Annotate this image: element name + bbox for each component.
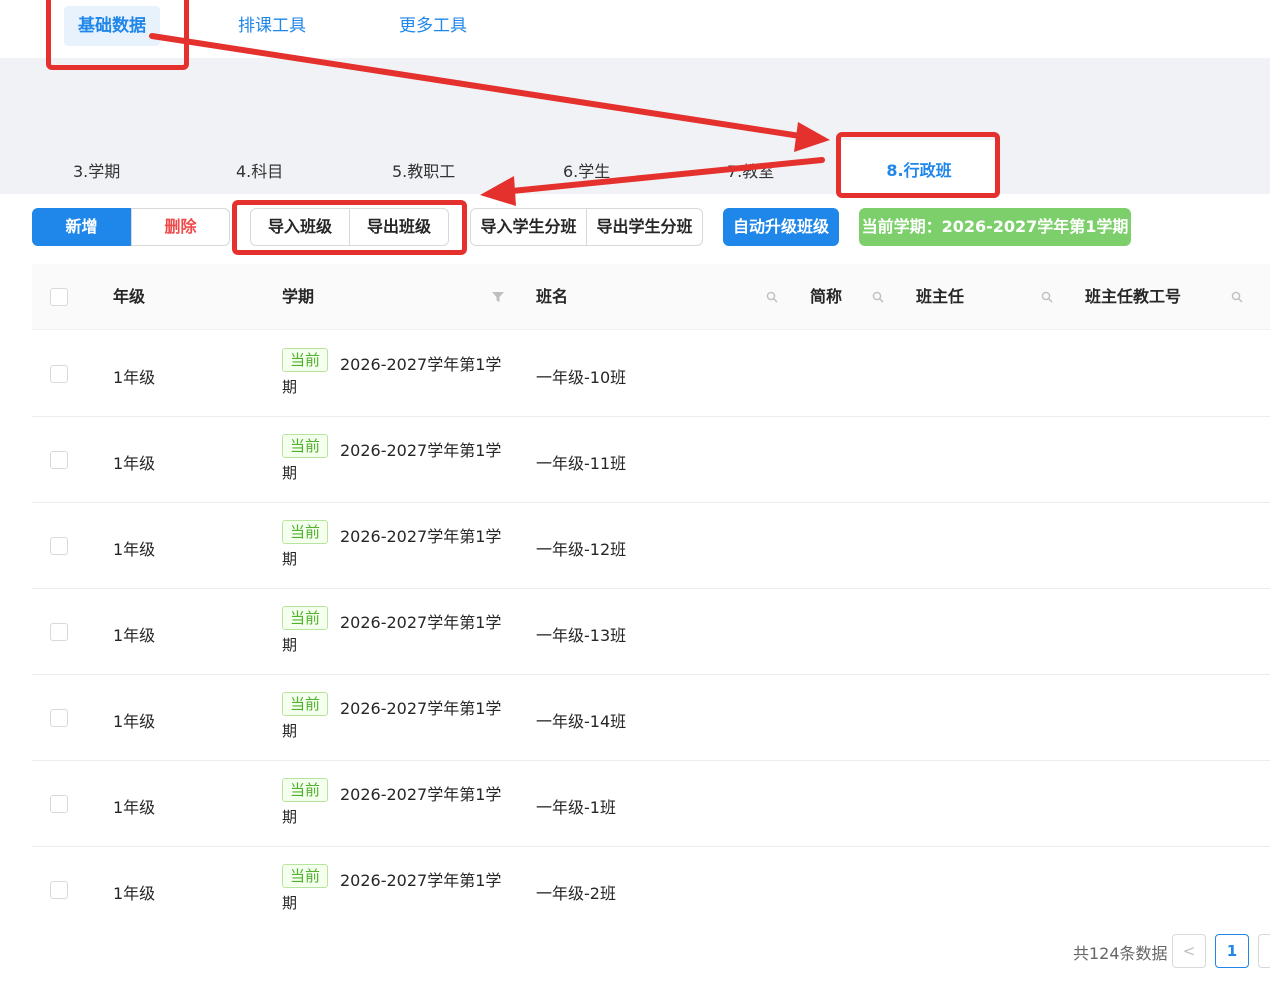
term-cell-wrap: 期 — [282, 894, 298, 912]
search-icon[interactable] — [766, 291, 778, 303]
row-checkbox[interactable] — [50, 881, 68, 899]
class-name-cell: 一年级-14班 — [536, 712, 627, 731]
term-cell-wrap: 期 — [282, 722, 298, 740]
class-table: 年级 学期 班名 简称 班主任 班主任教工号 1年级 当前 2026-2027学… — [32, 264, 1270, 916]
tab-classroom[interactable]: 7.教室 — [727, 158, 774, 182]
header-head-teacher: 班主任 — [916, 287, 965, 306]
term-cell: 2026-2027学年第1学 — [340, 441, 502, 460]
grade-cell: 1年级 — [113, 712, 156, 731]
export-student-class-button[interactable]: 导出学生分班 — [586, 208, 703, 246]
tab-staff[interactable]: 5.教职工 — [392, 158, 455, 182]
add-button[interactable]: 新增 — [32, 208, 131, 246]
current-tag: 当前 — [282, 778, 329, 802]
auto-upgrade-button[interactable]: 自动升级班级 — [723, 208, 839, 246]
table-row[interactable]: 1年级 当前 2026-2027学年第1学 期 一年级-13班 — [32, 589, 1270, 675]
search-icon[interactable] — [1041, 291, 1053, 303]
header-head-teacher-id: 班主任教工号 — [1085, 287, 1182, 306]
current-term-button[interactable]: 当前学期：2026-2027学年第1学期 — [859, 208, 1131, 246]
class-name-cell: 一年级-11班 — [536, 454, 627, 473]
current-tag: 当前 — [282, 520, 329, 544]
term-cell-wrap: 期 — [282, 378, 298, 396]
delete-button[interactable]: 删除 — [131, 208, 230, 246]
current-tag: 当前 — [282, 348, 329, 372]
highlight-box-import-export — [232, 200, 467, 255]
term-cell: 2026-2027学年第1学 — [340, 785, 502, 804]
tab-student[interactable]: 6.学生 — [563, 158, 610, 182]
current-tag: 当前 — [282, 606, 329, 630]
grade-cell: 1年级 — [113, 454, 156, 473]
table-row[interactable]: 1年级 当前 2026-2027学年第1学 期 一年级-11班 — [32, 417, 1270, 503]
row-checkbox[interactable] — [50, 709, 68, 727]
grade-cell: 1年级 — [113, 626, 156, 645]
term-cell: 2026-2027学年第1学 — [340, 613, 502, 632]
filter-icon[interactable] — [492, 291, 504, 303]
import-student-class-button[interactable]: 导入学生分班 — [470, 208, 587, 246]
search-icon[interactable] — [1231, 291, 1243, 303]
page-1-button[interactable]: 1 — [1215, 934, 1249, 968]
table-row[interactable]: 1年级 当前 2026-2027学年第1学 期 一年级-1班 — [32, 761, 1270, 847]
class-name-cell: 一年级-13班 — [536, 626, 627, 645]
term-cell-wrap: 期 — [282, 808, 298, 826]
term-cell-wrap: 期 — [282, 550, 298, 568]
select-all-checkbox[interactable] — [50, 288, 68, 306]
row-checkbox[interactable] — [50, 451, 68, 469]
row-checkbox[interactable] — [50, 795, 68, 813]
row-checkbox[interactable] — [50, 537, 68, 555]
table-row[interactable]: 1年级 当前 2026-2027学年第1学 期 一年级-14班 — [32, 675, 1270, 761]
next-page-button[interactable] — [1258, 934, 1270, 968]
header-grade: 年级 — [113, 287, 146, 306]
table-row[interactable]: 1年级 当前 2026-2027学年第1学 期 一年级-10班 — [32, 331, 1270, 417]
tab-subject[interactable]: 4.科目 — [236, 158, 283, 182]
highlight-box-basic-data — [46, 0, 189, 70]
tab-bar — [0, 58, 1270, 194]
class-name-cell: 一年级-12班 — [536, 540, 627, 559]
class-name-cell: 一年级-1班 — [536, 798, 616, 817]
top-nav: 基础数据 排课工具 更多工具 — [0, 0, 1270, 58]
grade-cell: 1年级 — [113, 540, 156, 559]
header-short-name: 简称 — [810, 287, 843, 306]
current-tag: 当前 — [282, 864, 329, 888]
nav-more-tools[interactable]: 更多工具 — [399, 6, 467, 46]
term-cell-wrap: 期 — [282, 464, 298, 482]
pagination-total: 共124条数据 — [1073, 944, 1168, 963]
current-tag: 当前 — [282, 434, 329, 458]
grade-cell: 1年级 — [113, 798, 156, 817]
prev-page-button[interactable]: < — [1172, 934, 1206, 968]
class-name-cell: 一年级-2班 — [536, 884, 616, 903]
tab-term[interactable]: 3.学期 — [73, 158, 120, 182]
app-root: 基础数据 排课工具 更多工具 3.学期 4.科目 5.教职工 6.学生 7.教室… — [0, 0, 1270, 1002]
term-cell: 2026-2027学年第1学 — [340, 871, 502, 890]
current-tag: 当前 — [282, 692, 329, 716]
grade-cell: 1年级 — [113, 884, 156, 903]
row-checkbox[interactable] — [50, 623, 68, 641]
header-term: 学期 — [282, 287, 315, 306]
term-cell-wrap: 期 — [282, 636, 298, 654]
table-row[interactable]: 1年级 当前 2026-2027学年第1学 期 一年级-12班 — [32, 503, 1270, 589]
table-row[interactable]: 1年级 当前 2026-2027学年第1学 期 一年级-2班 — [32, 847, 1270, 916]
term-cell: 2026-2027学年第1学 — [340, 355, 502, 374]
class-name-cell: 一年级-10班 — [536, 368, 627, 387]
highlight-box-admin-class — [836, 132, 1000, 198]
header-class-name: 班名 — [536, 287, 569, 306]
term-cell: 2026-2027学年第1学 — [340, 699, 502, 718]
nav-scheduling-tools[interactable]: 排课工具 — [238, 6, 306, 46]
term-cell: 2026-2027学年第1学 — [340, 527, 502, 546]
table-header: 年级 学期 班名 简称 班主任 班主任教工号 — [32, 264, 1270, 330]
grade-cell: 1年级 — [113, 368, 156, 387]
row-checkbox[interactable] — [50, 365, 68, 383]
search-icon[interactable] — [872, 291, 884, 303]
